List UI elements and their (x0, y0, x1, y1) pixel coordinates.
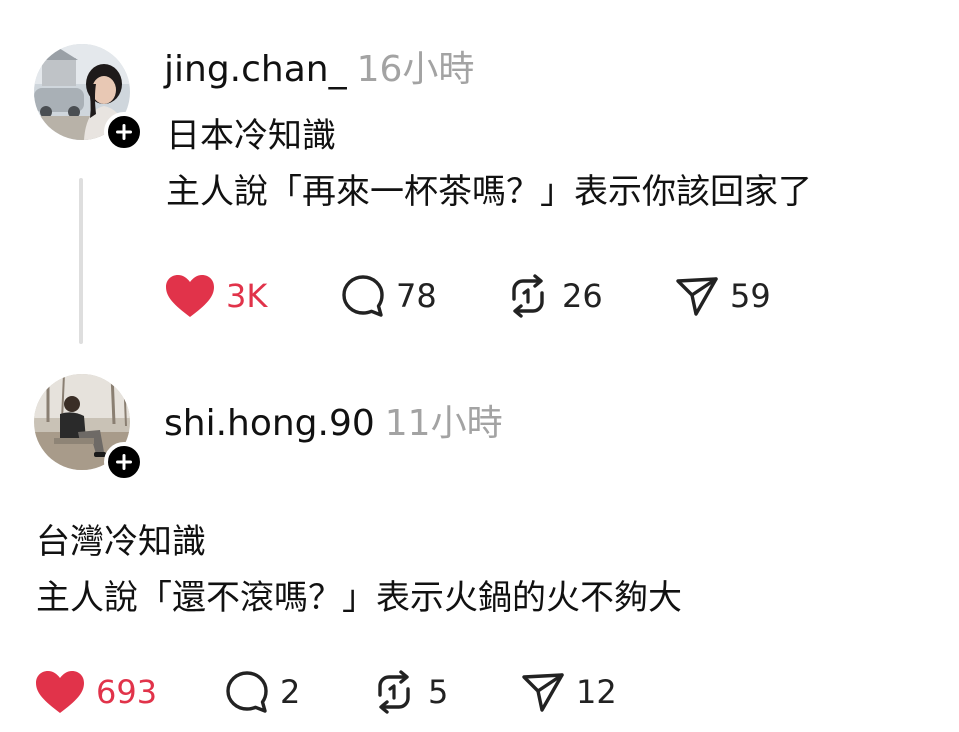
repost-button[interactable]: 26 (504, 272, 603, 320)
thread-post: jing.chan_ 16小時 日本冷知識 主人說「再來一杯茶嗎？」表示你該回家了… (0, 0, 959, 360)
share-count: 59 (730, 277, 771, 315)
username[interactable]: jing.chan_ (164, 49, 347, 90)
repost-button[interactable]: 5 (370, 668, 448, 716)
comment-button[interactable]: 2 (224, 668, 300, 716)
like-button[interactable]: 3K (164, 272, 267, 320)
repost-icon (512, 274, 544, 318)
thread-connector-line (79, 178, 83, 344)
like-button[interactable]: 693 (34, 668, 157, 716)
share-button[interactable]: 59 (674, 272, 771, 320)
avatar-container (34, 374, 144, 482)
heart-icon (166, 275, 214, 317)
like-count: 693 (96, 673, 158, 711)
post-content: 日本冷知識 主人說「再來一杯茶嗎？」表示你該回家了 (166, 108, 812, 220)
share-count: 12 (576, 673, 617, 711)
thread-post: shi.hong.90 11小時 台灣冷知識 主人說「還不滾嗎？」表示火鍋的火不夠… (0, 360, 959, 732)
repost-count: 26 (562, 277, 603, 315)
follow-button[interactable] (104, 112, 144, 152)
action-bar: 3K 78 26 59 (164, 272, 959, 320)
post-text-line: 主人說「再來一杯茶嗎？」表示你該回家了 (166, 172, 812, 212)
follow-button[interactable] (104, 442, 144, 482)
avatar-container (34, 44, 144, 152)
post-content: 台灣冷知識 主人說「還不滾嗎？」表示火鍋的火不夠大 (36, 514, 682, 626)
share-icon (676, 277, 718, 316)
share-icon (522, 673, 564, 712)
comment-count: 2 (280, 673, 301, 711)
like-count: 3K (226, 277, 268, 315)
repost-icon (378, 670, 410, 714)
comment-button[interactable]: 78 (340, 272, 437, 320)
heart-icon (36, 671, 84, 713)
post-time: 16小時 (356, 49, 475, 90)
comment-icon (226, 671, 268, 713)
post-text-line: 日本冷知識 (166, 116, 336, 156)
plus-icon (116, 124, 132, 140)
plus-icon (116, 454, 132, 470)
comment-icon (342, 275, 384, 317)
repost-count: 5 (428, 673, 449, 711)
comment-count: 78 (396, 277, 437, 315)
share-button[interactable]: 12 (520, 668, 617, 716)
post-header: shi.hong.90 11小時 (164, 402, 503, 446)
post-header: jing.chan_ 16小時 (164, 48, 474, 92)
action-bar: 693 2 5 12 (34, 668, 834, 716)
username[interactable]: shi.hong.90 (164, 403, 375, 444)
post-text-line: 主人說「還不滾嗎？」表示火鍋的火不夠大 (36, 578, 682, 618)
post-text-line: 台灣冷知識 (36, 522, 206, 562)
post-time: 11小時 (384, 403, 503, 444)
